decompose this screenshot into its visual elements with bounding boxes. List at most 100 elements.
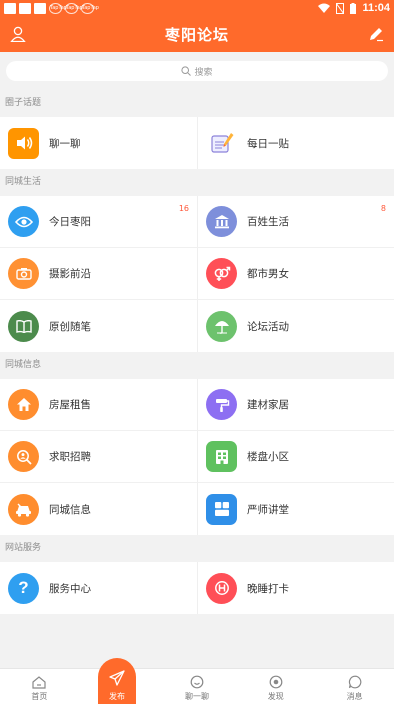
grid-topics: 聊一聊 每日一贴 <box>0 117 394 169</box>
no-sim-icon <box>336 2 345 14</box>
item-daily-post[interactable]: 每日一贴 <box>197 117 394 169</box>
item-service-center[interactable]: ? 服务中心 <box>0 562 197 614</box>
moon-icon <box>206 572 237 604</box>
page-title: 枣阳论坛 <box>164 25 229 44</box>
publish-button[interactable]: 发布 <box>98 658 136 704</box>
item-label: 聊一聊 <box>49 137 81 150</box>
item-badge: 16 <box>178 204 189 213</box>
battery-icon <box>350 2 357 14</box>
item-forum-events[interactable]: 论坛活动 <box>197 300 394 352</box>
item-label: 求职招聘 <box>49 451 91 463</box>
grid-row: 原创随笔 论坛活动 <box>0 300 394 352</box>
gender-icon <box>206 258 237 289</box>
item-label: 每日一贴 <box>247 137 289 150</box>
item-today-zaoyang[interactable]: 今日枣阳 16 <box>0 196 197 247</box>
chat-icon <box>190 675 204 689</box>
taptap-icon: TapTap <box>49 2 67 14</box>
tab-discover[interactable]: 发现 <box>236 669 315 704</box>
item-chat[interactable]: 聊一聊 <box>0 117 197 169</box>
speaker-icon <box>8 127 39 159</box>
notification-square-icon <box>4 2 16 14</box>
status-notifications: TapTap TapTap TapTap <box>4 2 99 14</box>
taptap-icon: TapTap <box>81 2 99 14</box>
item-original-essay[interactable]: 原创随笔 <box>0 300 197 352</box>
item-building-materials[interactable]: 建材家居 <box>197 379 394 430</box>
item-civil-life[interactable]: 百姓生活 8 <box>197 196 394 247</box>
tab-home[interactable]: 首页 <box>0 669 79 704</box>
item-urban-dating[interactable]: 都市男女 <box>197 248 394 299</box>
grid-site-services: ? 服务中心 晚睡打卡 <box>0 562 394 614</box>
bank-icon <box>206 206 237 237</box>
grid-row: 同城信息 严师讲堂 <box>0 483 394 535</box>
tab-label: 消息 <box>346 692 363 701</box>
grid-row: 聊一聊 每日一贴 <box>0 117 394 169</box>
section-header-city-life: 同城生活 <box>0 169 394 196</box>
grid-row: 今日枣阳 16 百姓生活 8 <box>0 196 394 248</box>
item-label: 百姓生活 <box>247 216 289 228</box>
section-header-site-services: 网站服务 <box>0 535 394 562</box>
search-icon <box>181 66 192 76</box>
item-photography[interactable]: 摄影前沿 <box>0 248 197 299</box>
app-header: 枣阳论坛 <box>0 16 394 52</box>
item-label: 服务中心 <box>49 582 91 595</box>
search-placeholder: 搜索 <box>194 67 213 78</box>
user-icon[interactable] <box>10 26 26 42</box>
clock: 11:04 <box>362 2 390 14</box>
item-city-info[interactable]: 同城信息 <box>0 483 197 535</box>
section-header-topics: 圈子话题 <box>0 90 394 117</box>
section-header-city-info: 同城信息 <box>0 352 394 379</box>
tab-label: 首页 <box>31 692 48 701</box>
item-label: 都市男女 <box>247 268 289 280</box>
message-icon <box>348 675 361 689</box>
bottom-tab-bar: 首页 聊一聊 发现 消息 <box>0 668 394 704</box>
car-icon <box>8 493 39 525</box>
search-input[interactable]: 搜索 <box>6 61 388 81</box>
item-housing[interactable]: 房屋租售 <box>0 379 197 430</box>
item-label: 同城信息 <box>49 503 91 516</box>
grid-city-info: 房屋租售 建材家居 求职招聘 楼盘小区 同城信息 严师讲堂 <box>0 379 394 535</box>
item-label: 楼盘小区 <box>247 451 289 463</box>
discover-icon <box>269 675 283 689</box>
item-teacher-lectures[interactable]: 严师讲堂 <box>197 483 394 535</box>
question-icon: ? <box>8 572 39 604</box>
wifi-icon <box>318 3 331 13</box>
grid-icon <box>206 493 237 525</box>
taptap-icon: TapTap <box>65 2 83 14</box>
tab-messages[interactable]: 消息 <box>315 669 394 704</box>
item-label: 原创随笔 <box>49 320 91 333</box>
item-night-checkin[interactable]: 晚睡打卡 <box>197 562 394 614</box>
house-icon <box>8 389 39 420</box>
item-badge: 8 <box>380 204 386 213</box>
umbrella-icon <box>206 310 237 342</box>
tab-chat[interactable]: 聊一聊 <box>158 669 237 704</box>
tab-label: 聊一聊 <box>184 692 209 701</box>
notification-square-icon <box>19 2 31 14</box>
tab-label: 发布 <box>109 692 125 701</box>
item-label: 晚睡打卡 <box>247 582 289 595</box>
building-icon <box>206 441 237 472</box>
item-label: 摄影前沿 <box>49 268 91 280</box>
item-estates[interactable]: 楼盘小区 <box>197 431 394 482</box>
grid-row: ? 服务中心 晚睡打卡 <box>0 562 394 614</box>
item-label: 房屋租售 <box>49 399 91 411</box>
status-bar: TapTap TapTap TapTap 11:04 <box>0 0 394 16</box>
item-label: 建材家居 <box>247 399 289 411</box>
item-label: 严师讲堂 <box>247 503 289 516</box>
home-icon <box>32 676 46 689</box>
note-icon <box>206 127 237 159</box>
book-icon <box>8 310 39 342</box>
grid-city-life: 今日枣阳 16 百姓生活 8 摄影前沿 都市男女 原创随笔 论坛活动 <box>0 196 394 352</box>
item-jobs[interactable]: 求职招聘 <box>0 431 197 482</box>
paint-roller-icon <box>206 389 237 420</box>
grid-row: 摄影前沿 都市男女 <box>0 248 394 300</box>
tab-label: 发现 <box>267 692 284 701</box>
item-label: 今日枣阳 <box>49 216 91 228</box>
grid-row: 房屋租售 建材家居 <box>0 379 394 431</box>
search-area: 搜索 <box>0 52 394 90</box>
search-person-icon <box>8 441 39 472</box>
camera-icon <box>8 258 39 289</box>
edit-icon[interactable] <box>368 26 384 42</box>
eye-icon <box>8 206 39 237</box>
grid-row: 求职招聘 楼盘小区 <box>0 431 394 483</box>
send-icon <box>109 670 125 686</box>
